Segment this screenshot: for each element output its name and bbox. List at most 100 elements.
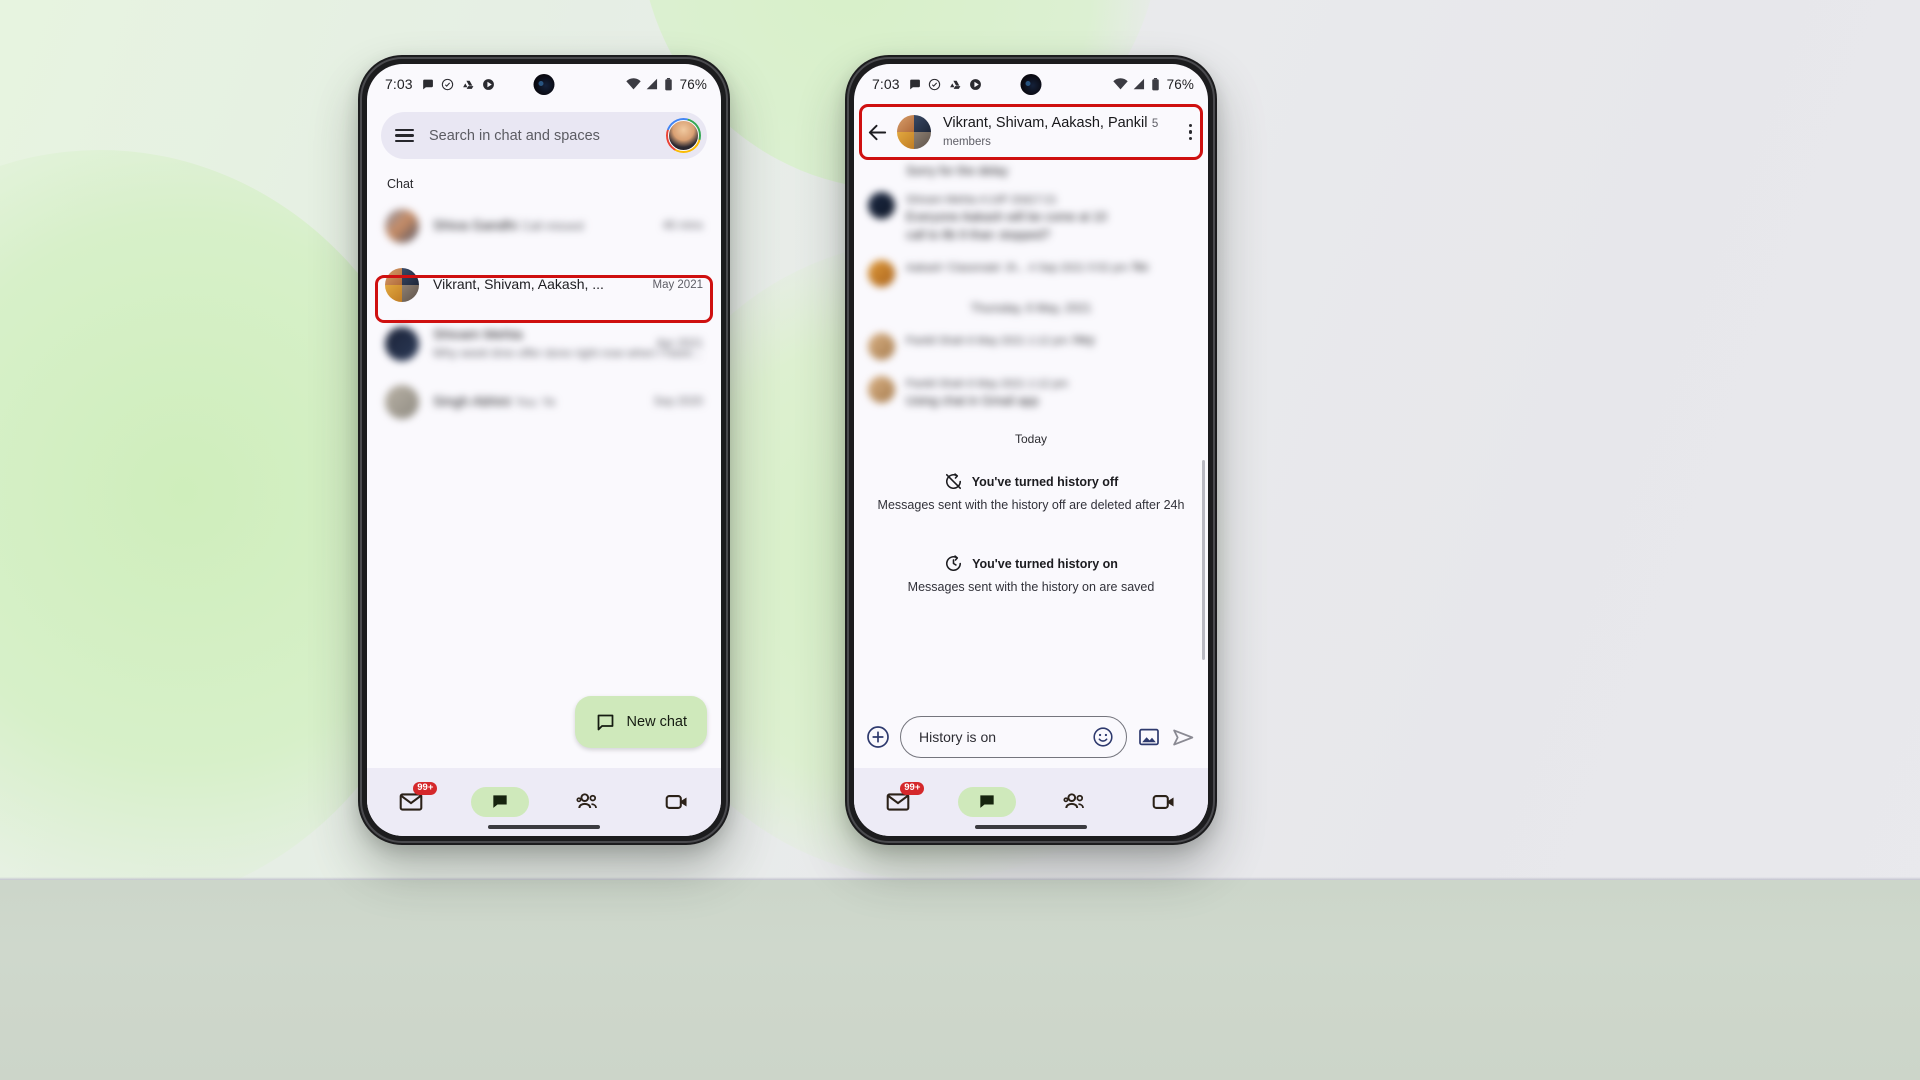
message-thread[interactable]: Sorry for the delay Shivam Mehta 4:14P 2… [854, 160, 1208, 680]
chat-title: Singh Abhini [433, 393, 511, 409]
avatar [385, 268, 419, 302]
clock-check-icon [928, 78, 940, 90]
mail-badge: 99+ [413, 782, 438, 795]
people-group-icon [576, 793, 598, 809]
nav-item-meet[interactable] [633, 768, 722, 836]
chat-title: Shivam Mehta [433, 326, 523, 342]
status-notification-icons [421, 78, 495, 91]
emoji-smile-icon[interactable] [1092, 726, 1114, 748]
battery-icon [1151, 77, 1159, 90]
system-message-title: You've turned history on [972, 556, 1118, 571]
message-sender: Pankil Shah 6 May 2021 1:12 pm [906, 335, 1069, 347]
chat-list-item-3[interactable]: Singh Abhini You: Ye Sep 2020 [367, 373, 721, 431]
plus-circle-icon[interactable] [866, 725, 890, 749]
message-item: Shivam Mehta 4:14P 20d17:21 Everyone Aak… [868, 190, 1194, 244]
people-group-icon [1063, 793, 1085, 809]
nav-item-mail[interactable]: 99+ [367, 768, 456, 836]
search-bar-container: Search in chat and spaces [367, 104, 721, 163]
back-arrow-icon[interactable] [866, 121, 889, 144]
conversation-title: Vikrant, Shivam, Aakash, Pankil [943, 115, 1148, 131]
drive-icon [462, 80, 474, 89]
floor-surface [0, 880, 1920, 1080]
chat-title: Shiva Gandhi [433, 217, 518, 233]
status-time: 7:03 [872, 76, 900, 92]
hamburger-menu-icon[interactable] [395, 128, 414, 143]
gesture-home-bar[interactable] [488, 825, 600, 829]
video-camera-icon [665, 795, 687, 809]
chat-list-item-0[interactable]: Shiva Gandhi Call missed 46 mins [367, 197, 721, 255]
conversation-avatar[interactable] [897, 115, 931, 149]
thread-scrollbar[interactable] [1202, 460, 1205, 660]
chat-timestamp: May 2021 [652, 279, 703, 291]
cellular-signal-icon [1133, 78, 1144, 90]
play-icon [969, 78, 981, 90]
avatar [868, 260, 895, 287]
status-notification-icons [908, 78, 982, 91]
status-bar-left: 7:03 76% [367, 64, 721, 104]
battery-percent: 76% [1166, 76, 1194, 92]
message-item: Pankil Shah 6 May 2021 1:12 pm Using cha… [868, 374, 1194, 410]
new-chat-button[interactable]: New chat [574, 696, 707, 748]
search-input[interactable]: Search in chat and spaces [381, 112, 707, 159]
bottom-navigation-right: 99+ [854, 768, 1208, 836]
battery-percent: 76% [679, 76, 707, 92]
send-icon[interactable] [1171, 725, 1196, 750]
bottom-navigation-left: 99+ [367, 768, 721, 836]
system-message-title: You've turned history off [971, 474, 1119, 489]
status-system-icons: 76% [1112, 76, 1194, 92]
system-message-history-on: You've turned history on [868, 554, 1194, 573]
phone-right-screen: 7:03 76% Vikrant, Shivam, Aakash, Pankil… [854, 64, 1208, 836]
message-text: call to 8b 9 than [906, 228, 995, 242]
chat-bubble-filled-icon [493, 795, 507, 808]
nav-item-mail[interactable]: 99+ [854, 768, 943, 836]
chat-timestamp: Sep 2020 [653, 396, 703, 408]
avatar [868, 192, 895, 219]
image-icon[interactable] [1137, 725, 1161, 749]
gesture-home-bar[interactable] [975, 825, 1087, 829]
avatar-image [668, 120, 699, 151]
cellular-signal-icon [646, 78, 657, 90]
partial-message-top: Sorry for the delay [906, 164, 1009, 178]
message-item: Pankil Shah 6 May 2021 1:12 pm Hey [868, 331, 1194, 360]
chat-section-label: Chat [387, 177, 414, 191]
status-bar-right: 7:03 76% [854, 64, 1208, 104]
video-camera-icon [1152, 795, 1174, 809]
message-text: Hey [1072, 333, 1095, 347]
status-time: 7:03 [385, 76, 413, 92]
avatar [868, 376, 895, 403]
status-system-icons: 76% [625, 76, 707, 92]
chat-bubble-filled-icon [980, 795, 994, 808]
history-on-icon [946, 555, 962, 572]
chat-bubble-icon [909, 79, 920, 89]
avatar [868, 333, 895, 360]
battery-icon [664, 77, 672, 90]
message-text: Using chat in Gmail app [906, 394, 1039, 408]
phone-left-screen: 7:03 76% Search in chat and spaces Chat … [367, 64, 721, 836]
nav-active-pill [470, 787, 529, 817]
account-avatar[interactable] [666, 118, 701, 153]
new-chat-bubble-icon [597, 714, 613, 730]
system-message-history-off: You've turned history off [868, 472, 1194, 491]
drive-icon [949, 80, 961, 89]
avatar [385, 385, 419, 419]
message-input[interactable]: History is on [900, 716, 1127, 758]
wifi-icon [1112, 78, 1128, 90]
chat-list-item-2[interactable]: Shivam Mehta Why week time offer done ri… [367, 315, 721, 373]
search-placeholder: Search in chat and spaces [429, 127, 600, 144]
day-divider-today: Today [1014, 432, 1048, 446]
chat-preview: You: Ye [515, 395, 556, 409]
kebab-menu-icon[interactable] [1183, 116, 1198, 148]
scene-background: 7:03 76% Search in chat and spaces Chat … [0, 0, 1920, 1080]
phone-left-device: 7:03 76% Search in chat and spaces Chat … [358, 55, 730, 845]
nav-active-pill [957, 787, 1016, 817]
conversation-header: Vikrant, Shivam, Aakash, Pankil 5 member… [854, 104, 1208, 160]
message-sender: Pankil Shah 6 May 2021 1:12 pm [906, 378, 1069, 390]
history-off-icon [945, 473, 961, 490]
phone-right-device: 7:03 76% Vikrant, Shivam, Aakash, Pankil… [845, 55, 1217, 845]
message-text: No [1132, 260, 1149, 274]
chat-list-item-1[interactable]: Vikrant, Shivam, Aakash, ... May 2021 [367, 255, 721, 315]
wifi-icon [625, 78, 641, 90]
camera-punch-hole [533, 74, 555, 95]
nav-item-meet[interactable] [1120, 768, 1209, 836]
message-sender: Shivam Mehta 4:14P 20d17:21 [906, 194, 1057, 206]
